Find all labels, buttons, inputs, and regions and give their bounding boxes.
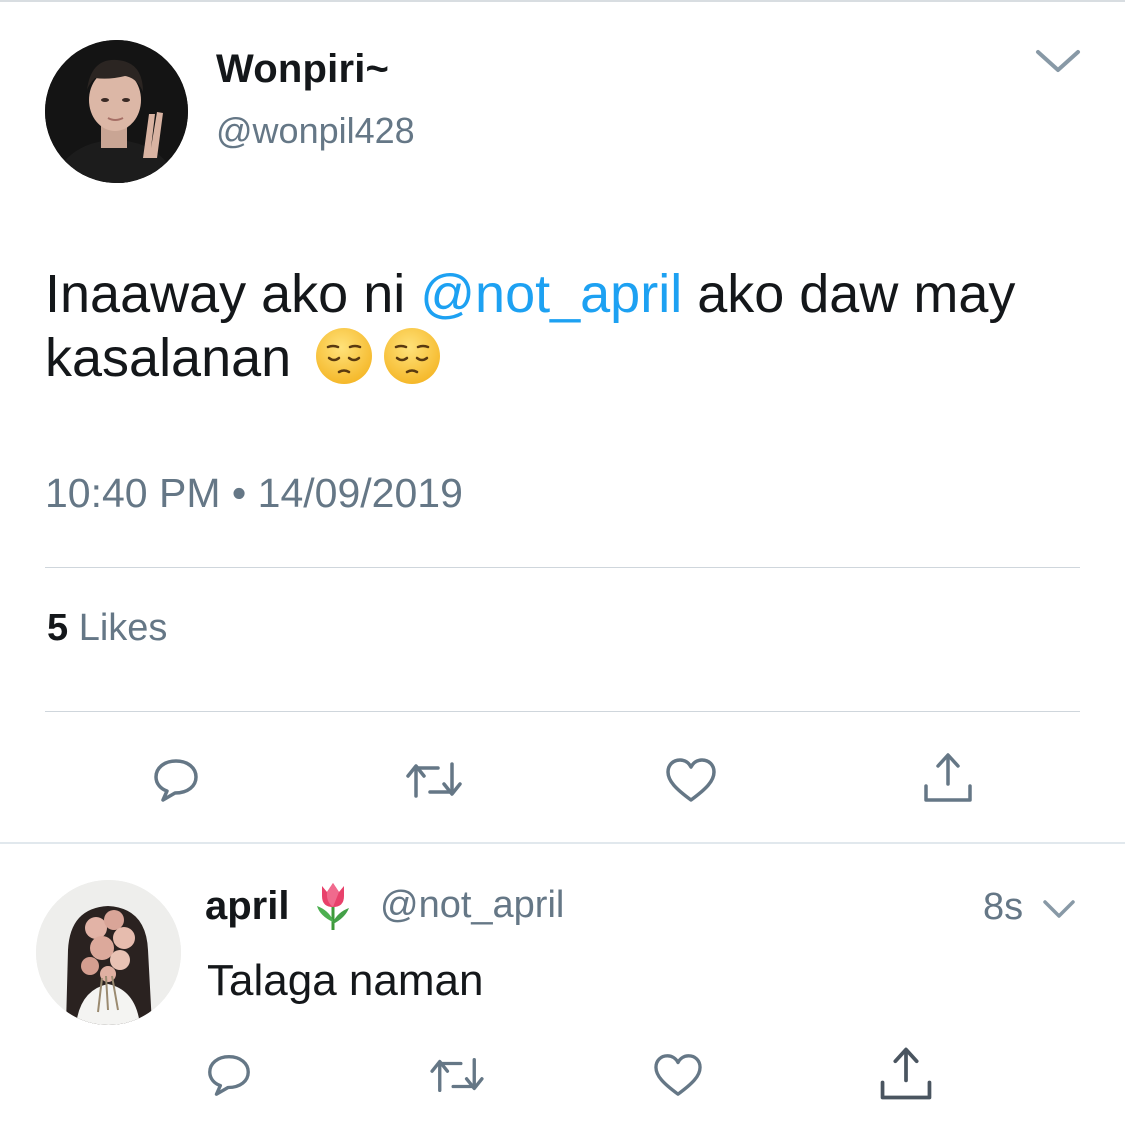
timestamp-separator: •: [231, 470, 247, 516]
divider: [45, 567, 1080, 568]
divider: [45, 711, 1080, 712]
likes-stat[interactable]: 5 Likes: [47, 607, 167, 650]
mention-link[interactable]: @not_april: [420, 264, 682, 324]
author-display-name[interactable]: Wonpiri~: [216, 47, 389, 92]
tulip-icon: [312, 880, 354, 932]
reply-author-handle[interactable]: @not_april: [380, 884, 564, 927]
tweet-time: 10:40 PM: [45, 470, 221, 516]
top-divider: [0, 0, 1125, 2]
tweet-text-part: Inaaway ako ni: [45, 264, 421, 324]
reply-text: Talaga naman: [207, 956, 484, 1005]
tweet-text: Inaaway ako ni @not_april ako daw may ka…: [45, 262, 1085, 390]
chevron-down-icon[interactable]: [1040, 894, 1078, 924]
author-avatar[interactable]: [45, 40, 188, 183]
author-handle[interactable]: @wonpil428: [216, 110, 415, 152]
pensive-face-icon: [382, 326, 442, 386]
pensive-face-icon: [314, 326, 374, 386]
retweet-icon[interactable]: [428, 1052, 486, 1098]
reply-icon[interactable]: [204, 1050, 254, 1100]
tweet-date: 14/09/2019: [257, 470, 463, 516]
reply-timestamp: 8s: [983, 886, 1024, 928]
share-icon[interactable]: [918, 750, 978, 806]
tweet-timestamp: 10:40 PM • 14/09/2019: [45, 470, 463, 517]
reply-author-avatar[interactable]: [36, 880, 181, 1025]
likes-count: 5: [47, 607, 69, 649]
retweet-icon[interactable]: [404, 756, 464, 804]
chevron-down-icon[interactable]: [1032, 40, 1084, 80]
reply-author-display-name[interactable]: april: [205, 884, 289, 929]
share-icon[interactable]: [874, 1044, 938, 1104]
like-icon[interactable]: [652, 1052, 704, 1098]
section-divider: [0, 842, 1125, 844]
reply-icon[interactable]: [150, 754, 202, 806]
like-icon[interactable]: [664, 756, 718, 804]
likes-label: Likes: [78, 607, 168, 649]
